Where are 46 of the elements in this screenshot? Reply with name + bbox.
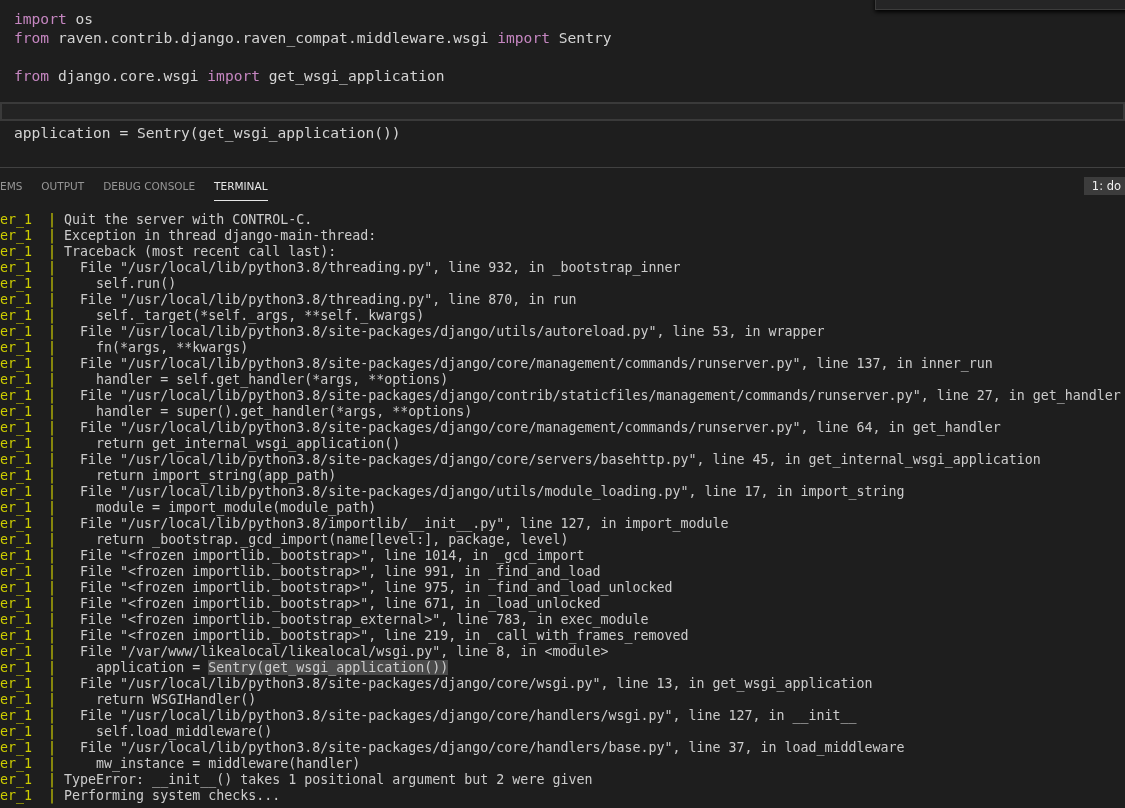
- terminal-line: er_1 | self.run(): [0, 276, 178, 292]
- terminal-line: er_1 | File "<frozen importlib._bootstrap>", line 991, in _find_and_load: [0, 564, 602, 580]
- code-line: application = Sentry(get_wsgi_application()): [13, 123, 402, 140]
- terminal-line: er_1 | self._target(*self._args, **self._kwargs): [0, 308, 426, 324]
- terminal-line: er_1 | File "/usr/local/lib/python3.8/site-packages/django/utils/module_loading.py", line 17, in import_string: [0, 484, 906, 500]
- terminal-line: er_1 | File "<frozen importlib._bootstrap>", line 975, in _find_and_load_unlocked: [0, 580, 674, 596]
- terminal-line: er_1 | handler = self.get_handler(*args, **options): [0, 372, 450, 388]
- terminal-line: er_1 | return import_string(app_path): [0, 468, 338, 484]
- terminal-line: er_1 | module = import_module(module_path): [0, 500, 378, 516]
- terminal-line: er_1 | File "/usr/local/lib/python3.8/site-packages/django/core/handlers/wsgi.py", line 127, in __init__: [0, 708, 858, 724]
- panel-tab[interactable]: TERMINAL: [214, 170, 268, 201]
- terminal-line: er_1 | return get_internal_wsgi_application(): [0, 436, 402, 452]
- terminal-line: er_1 | File "/usr/local/lib/python3.8/importlib/__init__.py", line 127, in import_module: [0, 516, 730, 532]
- terminal-line: er_1 | fn(*args, **kwargs): [0, 340, 250, 356]
- terminal-line: er_1 | return _bootstrap._gcd_import(name[level:], package, level): [0, 532, 570, 548]
- panel-tab[interactable]: DEBUG CONSOLE: [103, 170, 196, 201]
- panel-tab[interactable]: EMS: [0, 170, 23, 201]
- code-line: from django.core.wsgi import get_wsgi_application: [13, 66, 446, 83]
- terminal-line: er_1 | Exception in thread django-main-thread:: [0, 228, 378, 244]
- terminal-selector[interactable]: 1: do: [1083, 177, 1125, 195]
- terminal-line: er_1 | Traceback (most recent call last):: [0, 244, 338, 260]
- terminal-line: er_1 | Quit the server with CONTROL-C.: [0, 212, 314, 228]
- terminal-line: er_1 | File "<frozen importlib._bootstrap>", line 671, in _load_unlocked: [0, 596, 602, 612]
- terminal-line: er_1 | File "/usr/local/lib/python3.8/site-packages/django/core/management/commands/runserver.py", line 137, in inner_run: [0, 356, 994, 372]
- terminal-line: er_1 | File "/usr/local/lib/python3.8/site-packages/django/contrib/staticfiles/management/commands/runserver.py", line 27, in get_handler: [0, 388, 1122, 404]
- terminal-line: er_1 | return WSGIHandler(): [0, 692, 258, 708]
- terminal-line: er_1 | application = Sentry(get_wsgi_application()): [0, 660, 450, 676]
- terminal-line: er_1 | TypeError: __init__() takes 1 positional argument but 2 were given: [0, 772, 594, 788]
- terminal-line: er_1 | handler = super().get_handler(*args, **options): [0, 404, 474, 420]
- terminal-line: er_1 | File "/usr/local/lib/python3.8/site-packages/django/utils/autoreload.py", line 53, in wrapper: [0, 324, 826, 340]
- panel-tab[interactable]: OUTPUT: [41, 170, 85, 201]
- terminal-line: er_1 | mw_instance = middleware(handler): [0, 756, 362, 772]
- terminal-line: er_1 | File "/usr/local/lib/python3.8/site-packages/django/core/servers/basehttp.py", line 45, in get_internal_wsgi_application: [0, 452, 1042, 468]
- terminal-line: er_1 | self.load_middleware(): [0, 724, 274, 740]
- terminal-line: er_1 | File "<frozen importlib._bootstrap_external>", line 783, in exec_module: [0, 612, 650, 628]
- terminal-line: er_1 | File "/var/www/likealocal/likealocal/wsgi.py", line 8, in <module>: [0, 644, 610, 660]
- terminal-line: er_1 | File "/usr/local/lib/python3.8/site-packages/django/core/handlers/base.py", line 37, in load_middleware: [0, 740, 906, 756]
- terminal-line: er_1 | File "<frozen importlib._bootstrap>", line 219, in _call_with_frames_removed: [0, 628, 690, 644]
- terminal-line: er_1 | File "<frozen importlib._bootstrap>", line 1014, in _gcd_import: [0, 548, 586, 564]
- terminal-line: er_1 | File "/usr/local/lib/python3.8/site-packages/django/core/wsgi.py", line 13, in get_wsgi_application: [0, 676, 874, 692]
- terminal-line: er_1 | File "/usr/local/lib/python3.8/site-packages/django/core/management/commands/runserver.py", line 64, in get_handler: [0, 420, 1002, 436]
- terminal-line: er_1 | File "/usr/local/lib/python3.8/threading.py", line 932, in _bootstrap_inner: [0, 260, 682, 276]
- terminal-line: er_1 | Performing system checks...: [0, 788, 282, 804]
- code-line: import os: [13, 9, 95, 26]
- code-line: from raven.contrib.django.raven_compat.middleware.wsgi import Sentry: [13, 28, 613, 45]
- terminal-line: er_1 | File "/usr/local/lib/python3.8/threading.py", line 870, in run: [0, 292, 578, 308]
